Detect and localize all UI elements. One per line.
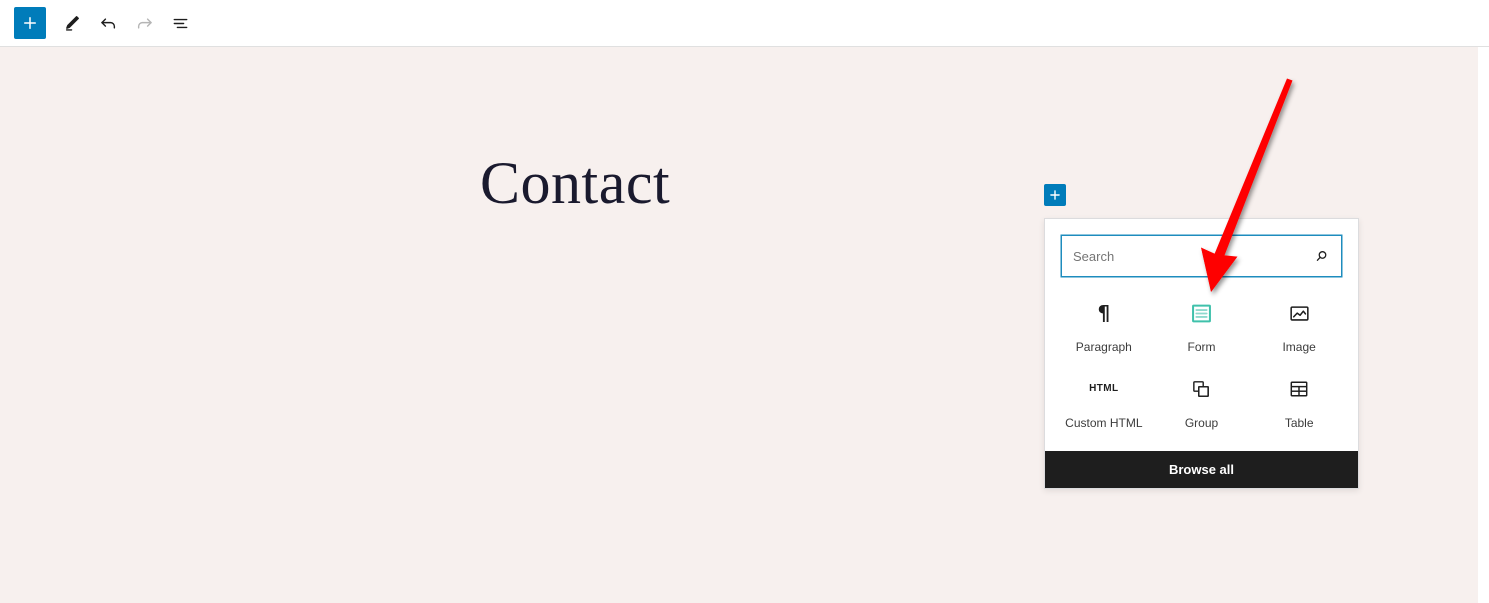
plus-icon bbox=[21, 14, 39, 32]
block-item-custom-html[interactable]: HTML Custom HTML bbox=[1055, 365, 1153, 437]
list-view-icon bbox=[170, 13, 191, 34]
block-editor-screen: Contact Search ¶ Paragraph Form Image HT… bbox=[0, 0, 1489, 603]
custom-html-icon: HTML bbox=[1089, 383, 1119, 394]
pencil-icon bbox=[62, 13, 82, 33]
form-icon bbox=[1190, 301, 1213, 325]
block-type-grid: ¶ Paragraph Form Image HTML Custom HTML … bbox=[1045, 283, 1358, 451]
block-item-label: Group bbox=[1184, 416, 1219, 430]
document-overview-button[interactable] bbox=[162, 5, 198, 41]
block-item-image[interactable]: Image bbox=[1250, 289, 1348, 361]
block-item-paragraph[interactable]: ¶ Paragraph bbox=[1055, 289, 1153, 361]
browse-all-button[interactable]: Browse all bbox=[1045, 451, 1358, 488]
block-item-label: Table bbox=[1284, 416, 1314, 430]
undo-button[interactable] bbox=[90, 5, 126, 41]
redo-arrow-icon bbox=[134, 13, 155, 34]
quick-block-inserter-popover: ¶ Paragraph Form bbox=[1044, 218, 1359, 489]
block-appender-plus-button[interactable] bbox=[1044, 184, 1066, 206]
editor-toolbar bbox=[0, 0, 1489, 47]
group-icon bbox=[1190, 377, 1212, 401]
canvas-right-gutter bbox=[1478, 47, 1489, 603]
inserter-search-section bbox=[1045, 219, 1358, 283]
redo-button[interactable] bbox=[126, 5, 162, 41]
block-item-label: Form bbox=[1187, 340, 1216, 354]
plus-icon bbox=[1048, 188, 1062, 202]
search-field[interactable] bbox=[1061, 235, 1342, 277]
search-input[interactable] bbox=[1062, 236, 1341, 276]
block-item-form[interactable]: Form bbox=[1153, 289, 1251, 361]
block-item-label: Image bbox=[1282, 340, 1316, 354]
image-icon bbox=[1288, 301, 1311, 325]
block-item-group[interactable]: Group bbox=[1153, 365, 1251, 437]
block-item-label: Custom HTML bbox=[1065, 416, 1143, 430]
edit-tool-button[interactable] bbox=[54, 5, 90, 41]
toggle-block-inserter-button[interactable] bbox=[14, 7, 46, 39]
block-item-table[interactable]: Table bbox=[1250, 365, 1348, 437]
paragraph-icon: ¶ bbox=[1097, 301, 1111, 325]
undo-arrow-icon bbox=[98, 13, 119, 34]
block-item-label: Paragraph bbox=[1075, 340, 1132, 354]
page-title: Contact bbox=[480, 150, 671, 216]
table-icon bbox=[1288, 377, 1310, 401]
